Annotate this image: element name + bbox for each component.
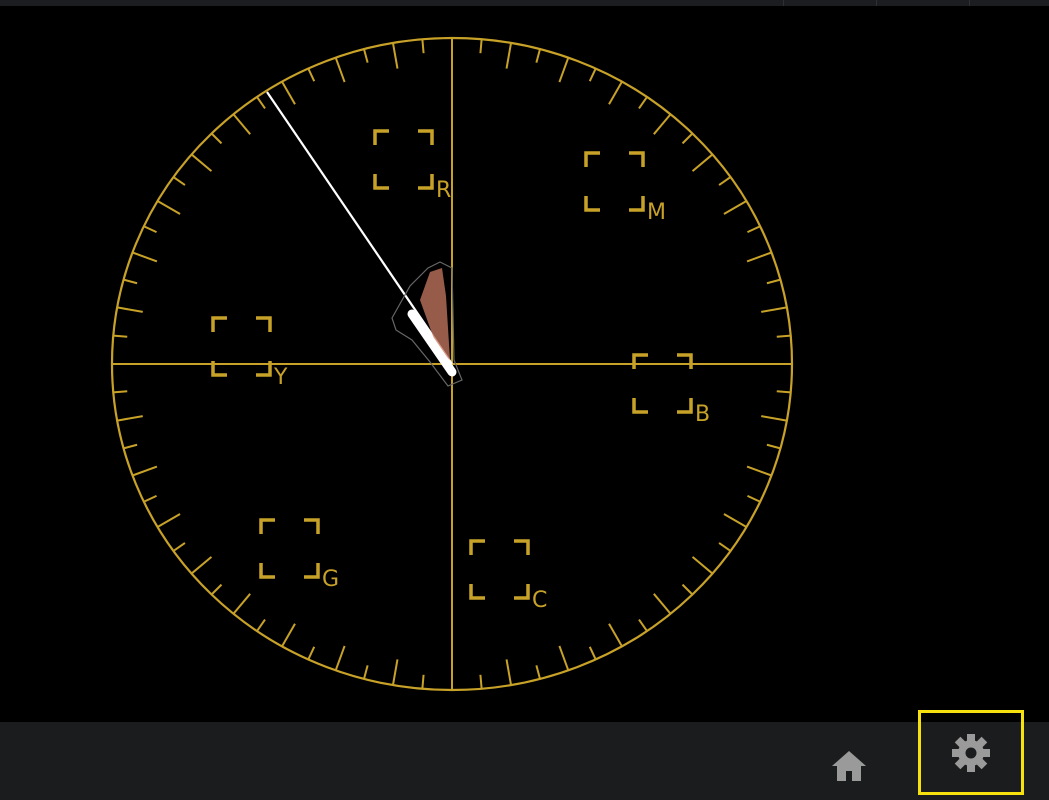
graticule-tick xyxy=(535,48,541,63)
graticule-tick xyxy=(505,42,513,69)
graticule-tick xyxy=(232,593,251,615)
graticule-tick xyxy=(256,96,266,109)
graticule-tick xyxy=(157,200,181,215)
graticule-tick xyxy=(776,390,791,394)
graticule-tick xyxy=(723,513,747,528)
graticule-tick xyxy=(638,96,648,109)
graticule-tick xyxy=(391,42,399,69)
graticule-tick xyxy=(232,113,251,135)
target-box-y: Y xyxy=(211,316,288,390)
home-icon xyxy=(832,751,866,781)
graticule-tick xyxy=(766,278,781,285)
graticule-tick xyxy=(281,623,296,647)
graticule-tick xyxy=(638,619,648,632)
graticule-tick xyxy=(718,176,732,186)
graticule-tick xyxy=(157,513,181,528)
graticule-tick xyxy=(190,153,213,172)
graticule-tick xyxy=(747,494,761,503)
graticule-tick xyxy=(681,132,694,145)
skin-tone-line xyxy=(266,91,453,365)
graticule-tick xyxy=(535,665,541,680)
graticule-tick xyxy=(776,334,791,338)
graticule-tick xyxy=(505,659,513,686)
graticule-tick xyxy=(761,306,788,313)
graticule-tick xyxy=(334,57,346,83)
graticule-tick xyxy=(307,646,316,660)
graticule-tick xyxy=(681,583,694,596)
graticule-tick xyxy=(256,619,266,632)
graticule-tick xyxy=(718,542,732,552)
graticule-tick xyxy=(391,659,399,686)
target-box-b: B xyxy=(632,353,710,427)
target-label-r: R xyxy=(436,178,451,203)
graticule-tick xyxy=(558,57,570,83)
vectorscope-graticule: R M Y B G C xyxy=(110,36,794,692)
vectorscope-panel: R M Y B G C xyxy=(0,6,1049,722)
target-label-c: C xyxy=(532,588,547,613)
graticule-tick xyxy=(334,645,346,671)
target-label-y: Y xyxy=(273,365,288,390)
graticule-tick xyxy=(723,200,747,215)
graticule-tick xyxy=(479,674,483,689)
graticule-tick xyxy=(116,415,143,422)
graticule-tick xyxy=(691,153,714,172)
graticule-tick xyxy=(143,225,157,234)
graticule-tick xyxy=(113,390,128,394)
graticule-tick xyxy=(608,623,623,647)
graticule-tick xyxy=(653,593,672,615)
graticule-tick xyxy=(746,465,772,477)
graticule-tick xyxy=(608,81,623,105)
graticule-tick xyxy=(172,542,186,552)
graticule-tick xyxy=(143,494,157,503)
graticule-tick xyxy=(363,48,369,63)
graticule-tick xyxy=(132,251,158,263)
graticule-tick xyxy=(281,81,296,105)
graticule-tick xyxy=(558,645,570,671)
graticule-tick xyxy=(363,665,369,680)
graticule-tick xyxy=(766,443,781,450)
graticule-tick xyxy=(653,113,672,135)
graticule-tick xyxy=(691,556,714,575)
target-box-g: G xyxy=(259,518,339,592)
graticule-tick xyxy=(210,132,223,145)
target-box-c: C xyxy=(469,539,547,613)
graticule-tick xyxy=(113,334,128,338)
graticule-tick xyxy=(747,225,761,234)
bottom-toolbar xyxy=(0,710,1049,800)
graticule-tick xyxy=(421,674,425,689)
graticule-tick xyxy=(746,251,772,263)
graticule-tick xyxy=(172,176,186,186)
target-label-g: G xyxy=(322,567,339,592)
graticule-tick xyxy=(479,39,483,54)
graticule-tick xyxy=(123,443,138,450)
graticule-tick xyxy=(116,306,143,313)
graticule-tick xyxy=(588,646,597,660)
target-label-m: M xyxy=(647,200,666,225)
target-box-r: R xyxy=(373,129,451,203)
graticule-tick xyxy=(307,68,316,82)
target-box-m: M xyxy=(584,151,666,225)
home-button[interactable] xyxy=(825,742,873,790)
graticule-tick xyxy=(132,465,158,477)
graticule-tick xyxy=(588,68,597,82)
graticule-tick xyxy=(123,278,138,285)
graticule-tick xyxy=(761,415,788,422)
graticule-tick xyxy=(421,39,425,54)
gear-icon xyxy=(952,733,990,772)
settings-button[interactable] xyxy=(918,710,1024,795)
graticule-tick xyxy=(210,583,223,596)
graticule-tick xyxy=(190,556,213,575)
target-label-b: B xyxy=(695,402,710,427)
